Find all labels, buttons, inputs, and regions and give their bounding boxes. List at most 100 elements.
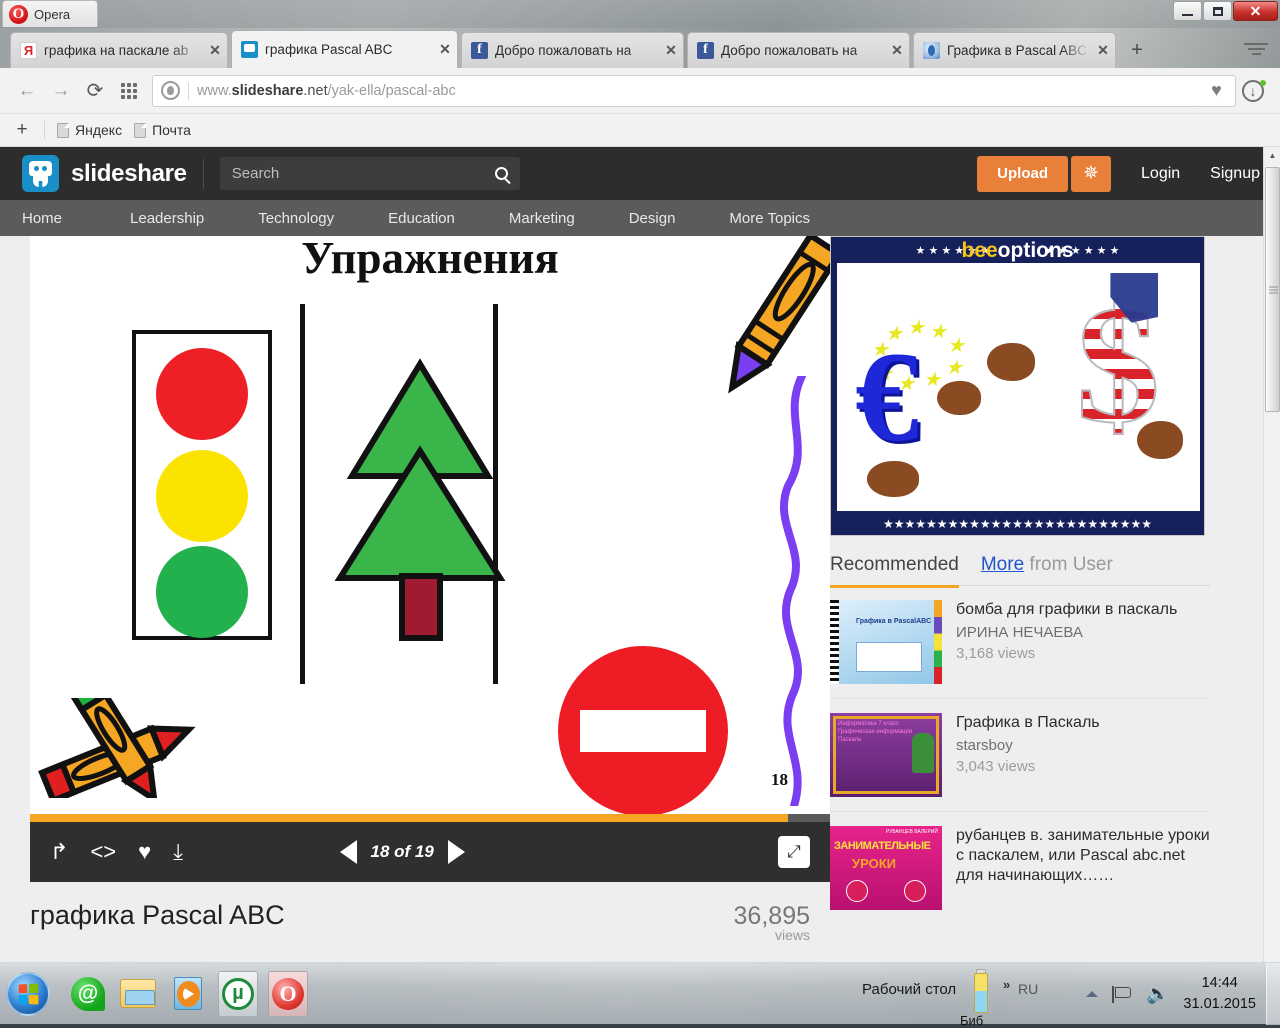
tab-menu-icon[interactable] (1242, 40, 1270, 62)
windows-start-orb[interactable] (6, 972, 50, 1016)
downloads-button[interactable] (1236, 75, 1270, 107)
taskbar-pinned-items: @ µ O (68, 971, 308, 1017)
desktop-shortcut-label[interactable]: Рабочий стол (862, 981, 956, 998)
tab-recommended[interactable]: Recommended (830, 554, 959, 588)
language-indicator[interactable]: RU (1018, 981, 1038, 997)
scrollbar-thumb[interactable] (1265, 167, 1280, 412)
tab-more-from-user[interactable]: More from User (981, 554, 1113, 576)
utorrent-icon: µ (222, 978, 254, 1010)
euro-symbol-icon: € (855, 324, 919, 471)
taskbar-item-media-player[interactable] (168, 971, 208, 1017)
add-bookmark-button[interactable]: + (12, 119, 32, 141)
page-scrollbar[interactable]: ▲ (1263, 147, 1280, 962)
taskbar-clock[interactable]: 14:44 31.01.2015 (1183, 973, 1256, 1015)
upload-button[interactable]: Upload (977, 156, 1068, 192)
nav-item-design[interactable]: Design (629, 210, 704, 227)
opera-logo-icon (9, 5, 28, 24)
nav-item-home[interactable]: Home (22, 210, 90, 227)
item-views: 3,168 views (956, 645, 1210, 662)
item-title[interactable]: Графика в Паскаль (956, 713, 1210, 733)
taskbar-item-mail-agent[interactable]: @ (68, 971, 108, 1017)
speed-dial-grid-icon[interactable] (112, 76, 146, 106)
boxing-glove-1 (987, 343, 1035, 381)
sparkle-icon[interactable]: ✵ (1071, 156, 1111, 192)
bookmark-item-yandex[interactable]: Яндекс (57, 122, 122, 138)
signup-link[interactable]: Signup (1210, 165, 1260, 183)
browser-tab-3[interactable]: Добро пожаловать на ✕ (461, 32, 684, 68)
close-button[interactable]: ✕ (1233, 1, 1278, 21)
previous-slide-arrow[interactable] (340, 840, 357, 864)
browser-tab-2-active[interactable]: графика Pascal ABC ✕ (231, 30, 458, 68)
share-icon[interactable]: ↱ (50, 839, 68, 865)
thumbnail-caption-2: УРОКИ (852, 856, 896, 871)
taskbar-item-library[interactable]: Биб (962, 971, 1002, 1017)
divider-line-1 (300, 304, 305, 684)
item-author[interactable]: starsboy (956, 737, 1210, 754)
nav-item-more-topics[interactable]: More Topics (729, 210, 838, 227)
slideshare-wordmark[interactable]: slideshare (71, 160, 187, 188)
close-tab-icon[interactable]: ✕ (209, 42, 221, 59)
opera-menu-button[interactable]: Opera (2, 0, 98, 27)
back-button[interactable]: ← (10, 76, 44, 106)
item-views: 3,043 views (956, 758, 1210, 775)
minimize-button[interactable] (1173, 1, 1202, 21)
list-item[interactable]: РУБАНЦЕВ ВАЛЕРИЙ ЗАНИМАТЕЛЬНЫЕ УРОКИ руб… (830, 812, 1210, 924)
volume-icon[interactable]: 🔊 (1146, 982, 1170, 1006)
search-icon[interactable] (495, 167, 508, 180)
item-title[interactable]: бомба для графики в паскаль (956, 600, 1210, 620)
no-entry-sign-figure (558, 646, 728, 814)
fullscreen-icon[interactable]: ⤢ (778, 836, 810, 868)
tab-title: графика Pascal ABC (265, 42, 432, 57)
maximize-button[interactable] (1203, 1, 1232, 21)
slide-progress-bar[interactable] (30, 814, 830, 822)
nav-item-leadership[interactable]: Leadership (130, 210, 232, 227)
page-viewport: slideshare Search Upload ✵ Login Signup … (0, 147, 1280, 962)
download-status-dot (1260, 80, 1266, 86)
scroll-up-arrow[interactable]: ▲ (1264, 147, 1280, 164)
slide-canvas[interactable]: Упражнения (30, 236, 830, 814)
nav-item-education[interactable]: Education (388, 210, 483, 227)
more-link[interactable]: More (981, 554, 1024, 575)
taskbar-item-explorer[interactable] (118, 971, 158, 1017)
list-item[interactable]: Графика в PascalABC бомба для графики в … (830, 586, 1210, 699)
close-tab-icon[interactable]: ✕ (891, 42, 903, 59)
action-center-flag-icon[interactable] (1112, 986, 1132, 1003)
item-title[interactable]: рубанцев в. занимательные уроки с паскал… (956, 826, 1210, 886)
thumbnail-caption: Графика в PascalABC (856, 618, 931, 626)
bookmark-label: Яндекс (75, 122, 122, 138)
item-author[interactable]: ИРИНА НЕЧАЕВА (956, 624, 1210, 641)
nav-item-technology[interactable]: Technology (258, 210, 362, 227)
close-tab-icon[interactable]: ✕ (1097, 42, 1109, 59)
bookmark-heart-icon[interactable]: ♥ (1198, 75, 1236, 107)
taskbar-item-opera[interactable]: O (268, 971, 308, 1017)
close-tab-icon[interactable]: ✕ (665, 42, 677, 59)
new-tab-button[interactable]: + (1124, 38, 1150, 64)
show-desktop-button[interactable] (1266, 963, 1280, 1025)
page-body: Упражнения (0, 236, 1280, 943)
list-item[interactable]: Информатика 7 класс Графическая информац… (830, 699, 1210, 812)
overflow-chevron-icon[interactable]: » (1003, 977, 1010, 992)
next-slide-arrow[interactable] (448, 840, 465, 864)
search-box[interactable]: Search (220, 157, 520, 190)
download-icon[interactable]: ⤓ (173, 839, 183, 865)
browser-tab-1[interactable]: графика на паскале ab ✕ (10, 32, 228, 68)
browser-tab-5[interactable]: Графика в Pascal ABC - ✕ (913, 32, 1116, 68)
embed-code-icon[interactable]: <> (90, 839, 116, 865)
advertisement-banner[interactable]: ★ ★ ★ ★ ★ ★ ★ ★ ★ ★ ★ ★ beeoptions ★★★ ★… (830, 236, 1205, 536)
show-hidden-icons-arrow[interactable] (1086, 991, 1098, 997)
list-item-meta: бомба для графики в паскаль ИРИНА НЕЧАЕВ… (956, 600, 1210, 684)
forward-button[interactable]: → (44, 76, 78, 106)
address-bar[interactable]: www.slideshare.net/yak-ella/pascal-abc (152, 75, 1199, 107)
thumbnail-author-line: РУБАНЦЕВ ВАЛЕРИЙ (886, 829, 938, 835)
browser-tab-4[interactable]: Добро пожаловать на ✕ (687, 32, 910, 68)
taskbar-item-utorrent[interactable]: µ (218, 971, 258, 1017)
bookmark-item-mail[interactable]: Почта (134, 122, 191, 138)
player-action-icons: ↱ <> ♥ ⤓ (50, 839, 183, 865)
reload-button[interactable]: ⟳ (78, 76, 112, 106)
nav-item-marketing[interactable]: Marketing (509, 210, 603, 227)
login-link[interactable]: Login (1141, 165, 1180, 183)
close-tab-icon[interactable]: ✕ (439, 41, 451, 58)
slideshare-logo-icon[interactable] (22, 155, 59, 192)
deck-views: 36,895 views (734, 900, 810, 943)
heart-icon[interactable]: ♥ (138, 839, 151, 865)
